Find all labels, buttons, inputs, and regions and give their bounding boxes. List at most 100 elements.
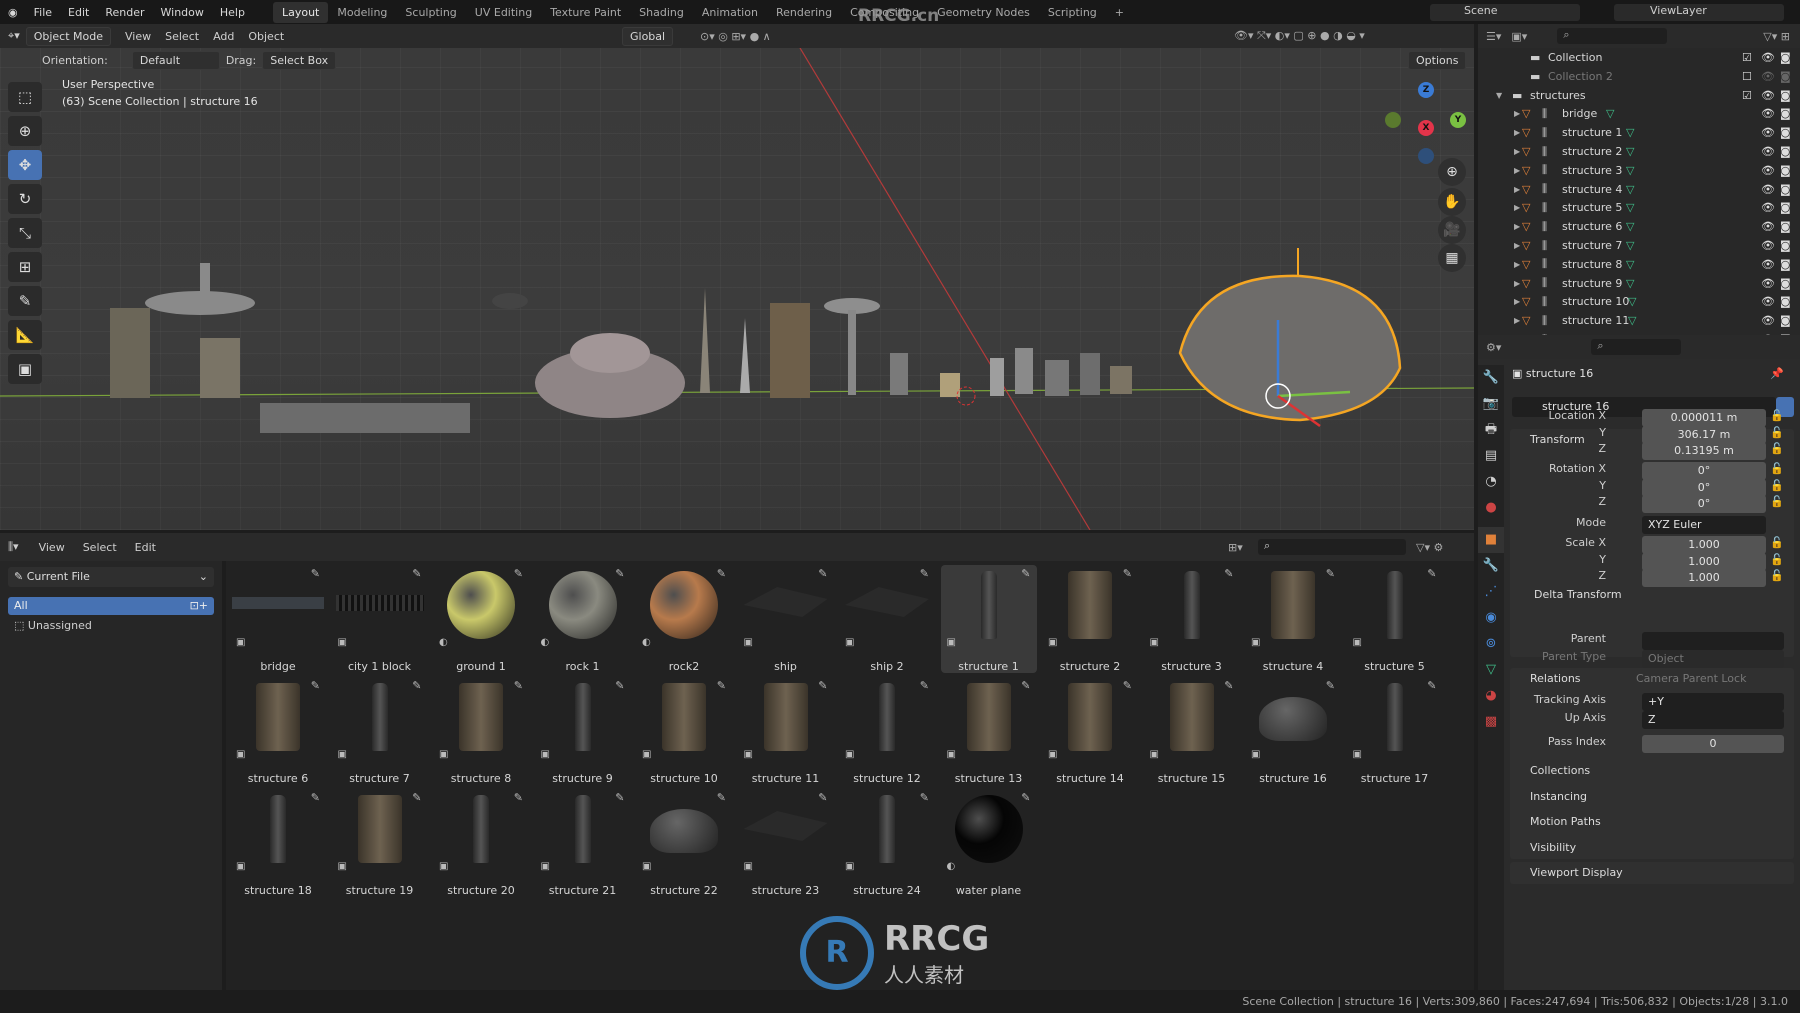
outliner-row[interactable]: ▶ ▽ ⫼ structure 1 ▽ 👁 ◙ [1478, 123, 1800, 142]
asset-item[interactable]: ✎ ▣ structure 6 [230, 677, 326, 785]
panel-visibility[interactable]: Visibility [1510, 836, 1794, 859]
asset-item[interactable]: ✎ ▣ structure 14 [1042, 677, 1138, 785]
asset-item[interactable]: ✎ ▣ structure 10 [636, 677, 732, 785]
catalog-all[interactable]: All ⊡+ [8, 597, 214, 615]
edit-asset-icon[interactable]: ✎ [818, 791, 827, 804]
viewport-menu-select[interactable]: Select [165, 30, 199, 43]
edit-asset-icon[interactable]: ✎ [615, 791, 624, 804]
scale-z-field[interactable]: 1.000 [1642, 569, 1766, 587]
asset-item[interactable]: ✎ ▣ structure 16 [1245, 677, 1341, 785]
edit-asset-icon[interactable]: ✎ [717, 791, 726, 804]
camera-parent-lock-checkbox[interactable]: Camera Parent Lock [1636, 672, 1746, 685]
physics-tab-icon[interactable]: ◉ [1478, 605, 1504, 631]
asset-item[interactable]: ✎ ▣ city 1 block [332, 565, 428, 673]
camera-render-icon[interactable]: ◙ [1780, 183, 1791, 196]
perspective-grid-icon[interactable]: ▦ [1438, 244, 1466, 272]
particles-tab-icon[interactable]: ⋰ [1478, 579, 1504, 605]
expand-arrow-icon[interactable]: ▼ [1496, 91, 1502, 100]
edit-asset-icon[interactable]: ✎ [717, 567, 726, 580]
transform-icon[interactable]: ⊞ [8, 252, 42, 282]
properties-search[interactable]: ⌕ [1591, 339, 1682, 355]
expand-arrow-icon[interactable]: ▶ [1514, 222, 1520, 231]
outliner-row[interactable]: ▬ Collection ☑ 👁 ◙ [1478, 48, 1800, 67]
tab-scripting[interactable]: Scripting [1039, 2, 1106, 23]
camera-render-icon[interactable]: ◙ [1780, 70, 1791, 83]
asset-item[interactable]: ✎ ▣ structure 22 [636, 789, 732, 897]
asset-item[interactable]: ✎ ▣ structure 5 [1347, 565, 1443, 673]
view-layer-icon[interactable]: ▣▾ [1511, 30, 1527, 43]
expand-arrow-icon[interactable]: ▶ [1514, 241, 1520, 250]
asset-menu-view[interactable]: View [39, 541, 65, 554]
edit-asset-icon[interactable]: ✎ [1326, 567, 1335, 580]
camera-render-icon[interactable]: ◙ [1780, 89, 1791, 102]
scale-y-field[interactable]: 1.000 [1642, 552, 1766, 571]
drag-selector[interactable]: Select Box [262, 50, 337, 70]
expand-arrow-icon[interactable]: ▶ [1514, 260, 1520, 269]
tab-shading[interactable]: Shading [630, 2, 693, 23]
asset-menu-edit[interactable]: Edit [135, 541, 156, 554]
camera-render-icon[interactable]: ◙ [1780, 220, 1791, 233]
viewport-menu-add[interactable]: Add [213, 30, 234, 43]
edit-asset-icon[interactable]: ✎ [1021, 567, 1030, 580]
rotate-icon[interactable]: ↻ [8, 184, 42, 214]
asset-item[interactable]: ✎ ▣ structure 24 [839, 789, 935, 897]
viewport-menu-object[interactable]: Object [248, 30, 284, 43]
shading-icons[interactable]: 👁▾ ⤧▾ ◐▾ ▢ ⊕ ● ◑ ◒ ▾ [1234, 29, 1365, 43]
eye-icon[interactable]: 👁 [1761, 220, 1775, 233]
measure-icon[interactable]: 📐 [8, 320, 42, 350]
display-mode-icon[interactable]: ⊞▾ [1228, 541, 1243, 554]
asset-search[interactable]: ⌕ [1258, 539, 1406, 555]
expand-arrow-icon[interactable]: ▶ [1514, 297, 1520, 306]
rotation-x-field[interactable]: 0° [1642, 462, 1766, 480]
add-cube-icon[interactable]: ▣ [8, 354, 42, 384]
edit-asset-icon[interactable]: ✎ [615, 567, 624, 580]
asset-item[interactable]: ✎ ▣ structure 23 [738, 789, 834, 897]
panel-collections[interactable]: Collections [1510, 760, 1794, 782]
asset-item[interactable]: ✎ ▣ bridge [230, 565, 326, 673]
gizmo-z-axis[interactable]: Z [1418, 82, 1434, 98]
asset-item[interactable]: ✎ ▣ structure 21 [535, 789, 631, 897]
snap-pivot-icons[interactable]: ⊙▾ ◎ ⊞▾ ● ∧ [700, 30, 771, 43]
view-layer-selector[interactable]: ViewLayer [1614, 4, 1784, 21]
panel-viewport-display[interactable]: Viewport Display [1510, 862, 1794, 884]
add-catalog-icon[interactable]: ⊡+ [190, 597, 208, 615]
rotation-x-field-lock-icon[interactable]: 🔓 [1770, 462, 1784, 475]
gizmo-neg-z[interactable] [1418, 148, 1434, 164]
mode-selector[interactable]: Object Mode [25, 26, 112, 46]
blender-logo-icon[interactable]: ◉ [0, 6, 26, 19]
asset-item[interactable]: ✎ ◐ rock 1 [535, 565, 631, 673]
edit-asset-icon[interactable]: ✎ [412, 567, 421, 580]
asset-item[interactable]: ✎ ▣ ship [738, 565, 834, 673]
location-z-field-lock-icon[interactable]: 🔓 [1770, 442, 1784, 455]
edit-asset-icon[interactable]: ✎ [311, 791, 320, 804]
transform-orientation-selector[interactable]: Global [622, 26, 674, 46]
edit-asset-icon[interactable]: ✎ [818, 679, 827, 692]
outliner-row[interactable]: ▶ ▽ ⫼ structure 5 ▽ 👁 ◙ [1478, 198, 1800, 217]
annotate-icon[interactable]: ✎ [8, 286, 42, 316]
pass-index-field[interactable]: 0 [1642, 735, 1784, 753]
asset-item[interactable]: ✎ ▣ structure 12 [839, 677, 935, 785]
camera-render-icon[interactable]: ◙ [1780, 201, 1791, 214]
parent-type-dropdown[interactable]: Object [1642, 650, 1784, 668]
location-z-field[interactable]: 0.13195 m [1642, 442, 1766, 460]
menu-edit[interactable]: Edit [60, 6, 97, 19]
outliner-row[interactable]: ▶ ▽ ⫼ bridge ▽ 👁 ◙ [1478, 104, 1800, 123]
library-selector[interactable]: ✎ Current File ⌄ [8, 567, 214, 587]
scale-icon[interactable]: ⤡ [8, 218, 42, 248]
tab-layout[interactable]: Layout [272, 1, 329, 23]
options-button[interactable]: Options [1408, 50, 1467, 70]
eye-icon[interactable]: 👁 [1761, 277, 1775, 290]
tab-rendering[interactable]: Rendering [767, 2, 841, 23]
camera-render-icon[interactable]: ◙ [1780, 258, 1791, 271]
asset-item[interactable]: ✎ ▣ structure 11 [738, 677, 834, 785]
scale-y-field-lock-icon[interactable]: 🔓 [1770, 553, 1784, 566]
edit-asset-icon[interactable]: ✎ [514, 567, 523, 580]
eye-icon[interactable]: 👁 [1761, 201, 1775, 214]
add-workspace-button[interactable]: + [1106, 2, 1133, 23]
menu-window[interactable]: Window [153, 6, 212, 19]
asset-browser-icon[interactable]: ⫼▾ [8, 540, 19, 554]
outliner-row[interactable]: ▶ ▽ ⫼ structure 7 ▽ 👁 ◙ [1478, 236, 1800, 255]
asset-item[interactable]: ✎ ▣ structure 17 [1347, 677, 1443, 785]
viewport-menu-view[interactable]: View [125, 30, 151, 43]
tab-modeling[interactable]: Modeling [328, 2, 396, 23]
